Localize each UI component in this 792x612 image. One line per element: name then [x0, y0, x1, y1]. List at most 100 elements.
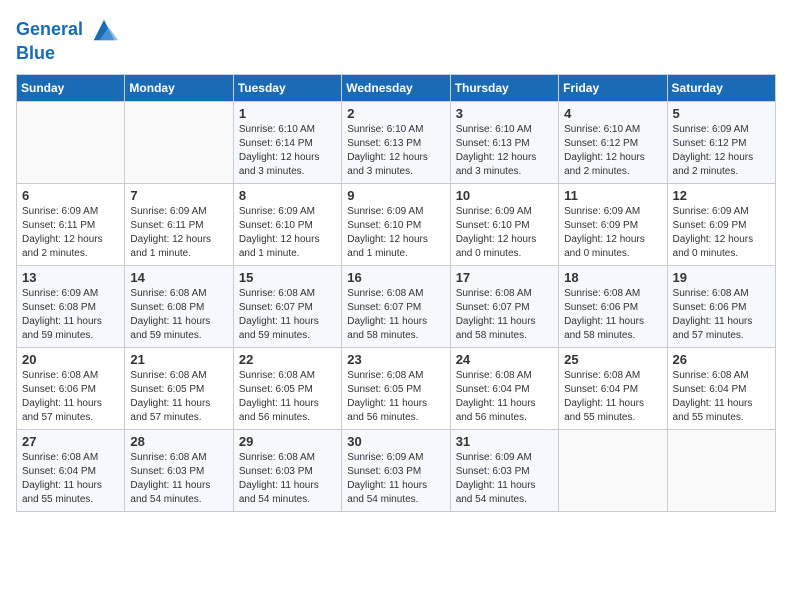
calendar-cell: 2 Sunrise: 6:10 AM Sunset: 6:13 PM Daylig… [342, 101, 450, 183]
day-number: 27 [22, 434, 119, 449]
day-detail: Sunrise: 6:08 AM Sunset: 6:06 PM Dayligh… [22, 369, 119, 425]
day-number: 20 [22, 352, 119, 367]
day-detail: Sunrise: 6:08 AM Sunset: 6:03 PM Dayligh… [239, 451, 336, 507]
day-number: 15 [239, 270, 336, 285]
day-detail: Sunrise: 6:10 AM Sunset: 6:12 PM Dayligh… [564, 123, 661, 179]
calendar-cell: 20 Sunrise: 6:08 AM Sunset: 6:06 PM Dayli… [17, 347, 125, 429]
calendar-cell: 5 Sunrise: 6:09 AM Sunset: 6:12 PM Daylig… [667, 101, 775, 183]
calendar-cell [559, 429, 667, 511]
day-detail: Sunrise: 6:08 AM Sunset: 6:04 PM Dayligh… [673, 369, 770, 425]
day-detail: Sunrise: 6:08 AM Sunset: 6:06 PM Dayligh… [564, 287, 661, 343]
calendar-cell: 13Sunrise: 6:09 AM Sunset: 6:08 PM Dayli… [17, 265, 125, 347]
calendar-cell: 15 Sunrise: 6:08 AM Sunset: 6:07 PM Dayli… [233, 265, 341, 347]
day-number: 29 [239, 434, 336, 449]
week-row-1: 1 Sunrise: 6:10 AM Sunset: 6:14 PM Daylig… [17, 101, 776, 183]
calendar-cell: 28 Sunrise: 6:08 AM Sunset: 6:03 PM Dayli… [125, 429, 233, 511]
calendar-cell: 14 Sunrise: 6:08 AM Sunset: 6:08 PM Dayli… [125, 265, 233, 347]
day-detail: Sunrise: 6:08 AM Sunset: 6:08 PM Dayligh… [130, 287, 227, 343]
day-detail: Sunrise: 6:08 AM Sunset: 6:05 PM Dayligh… [239, 369, 336, 425]
calendar-cell: 22 Sunrise: 6:08 AM Sunset: 6:05 PM Dayli… [233, 347, 341, 429]
day-number: 16 [347, 270, 444, 285]
logo-text: General [16, 16, 118, 44]
week-row-3: 13Sunrise: 6:09 AM Sunset: 6:08 PM Dayli… [17, 265, 776, 347]
day-number: 26 [673, 352, 770, 367]
day-number: 19 [673, 270, 770, 285]
day-detail: Sunrise: 6:09 AM Sunset: 6:10 PM Dayligh… [239, 205, 336, 261]
day-detail: Sunrise: 6:09 AM Sunset: 6:11 PM Dayligh… [130, 205, 227, 261]
calendar-header-row: SundayMondayTuesdayWednesdayThursdayFrid… [17, 74, 776, 101]
calendar-cell: 21 Sunrise: 6:08 AM Sunset: 6:05 PM Dayli… [125, 347, 233, 429]
day-number: 10 [456, 188, 553, 203]
day-number: 1 [239, 106, 336, 121]
calendar-cell: 30Sunrise: 6:09 AM Sunset: 6:03 PM Dayli… [342, 429, 450, 511]
day-detail: Sunrise: 6:10 AM Sunset: 6:13 PM Dayligh… [456, 123, 553, 179]
day-number: 23 [347, 352, 444, 367]
day-detail: Sunrise: 6:08 AM Sunset: 6:07 PM Dayligh… [239, 287, 336, 343]
day-number: 8 [239, 188, 336, 203]
day-detail: Sunrise: 6:08 AM Sunset: 6:04 PM Dayligh… [22, 451, 119, 507]
calendar-cell: 6 Sunrise: 6:09 AM Sunset: 6:11 PM Daylig… [17, 183, 125, 265]
calendar-table: SundayMondayTuesdayWednesdayThursdayFrid… [16, 74, 776, 512]
calendar-cell: 7 Sunrise: 6:09 AM Sunset: 6:11 PM Daylig… [125, 183, 233, 265]
day-detail: Sunrise: 6:09 AM Sunset: 6:10 PM Dayligh… [347, 205, 444, 261]
calendar-cell: 19Sunrise: 6:08 AM Sunset: 6:06 PM Dayli… [667, 265, 775, 347]
calendar-cell: 24Sunrise: 6:08 AM Sunset: 6:04 PM Dayli… [450, 347, 558, 429]
day-number: 6 [22, 188, 119, 203]
day-number: 11 [564, 188, 661, 203]
day-header-saturday: Saturday [667, 74, 775, 101]
day-detail: Sunrise: 6:08 AM Sunset: 6:04 PM Dayligh… [564, 369, 661, 425]
calendar-cell: 26 Sunrise: 6:08 AM Sunset: 6:04 PM Dayli… [667, 347, 775, 429]
logo-blue: Blue [16, 44, 118, 64]
calendar-cell: 12 Sunrise: 6:09 AM Sunset: 6:09 PM Dayli… [667, 183, 775, 265]
week-row-4: 20 Sunrise: 6:08 AM Sunset: 6:06 PM Dayli… [17, 347, 776, 429]
day-detail: Sunrise: 6:08 AM Sunset: 6:07 PM Dayligh… [347, 287, 444, 343]
day-detail: Sunrise: 6:10 AM Sunset: 6:13 PM Dayligh… [347, 123, 444, 179]
calendar-cell: 23 Sunrise: 6:08 AM Sunset: 6:05 PM Dayli… [342, 347, 450, 429]
calendar-body: 1 Sunrise: 6:10 AM Sunset: 6:14 PM Daylig… [17, 101, 776, 511]
day-number: 31 [456, 434, 553, 449]
logo: General Blue [16, 16, 118, 64]
day-detail: Sunrise: 6:09 AM Sunset: 6:08 PM Dayligh… [22, 287, 119, 343]
calendar-cell [17, 101, 125, 183]
calendar-cell: 11 Sunrise: 6:09 AM Sunset: 6:09 PM Dayli… [559, 183, 667, 265]
day-header-sunday: Sunday [17, 74, 125, 101]
calendar-cell: 27 Sunrise: 6:08 AM Sunset: 6:04 PM Dayli… [17, 429, 125, 511]
day-number: 25 [564, 352, 661, 367]
day-number: 14 [130, 270, 227, 285]
day-header-monday: Monday [125, 74, 233, 101]
day-number: 5 [673, 106, 770, 121]
day-detail: Sunrise: 6:09 AM Sunset: 6:12 PM Dayligh… [673, 123, 770, 179]
day-number: 21 [130, 352, 227, 367]
day-detail: Sunrise: 6:09 AM Sunset: 6:11 PM Dayligh… [22, 205, 119, 261]
day-number: 12 [673, 188, 770, 203]
calendar-cell [125, 101, 233, 183]
day-detail: Sunrise: 6:08 AM Sunset: 6:03 PM Dayligh… [130, 451, 227, 507]
calendar-cell: 25 Sunrise: 6:08 AM Sunset: 6:04 PM Dayli… [559, 347, 667, 429]
calendar-cell: 4Sunrise: 6:10 AM Sunset: 6:12 PM Daylig… [559, 101, 667, 183]
calendar-cell: 29 Sunrise: 6:08 AM Sunset: 6:03 PM Dayli… [233, 429, 341, 511]
day-number: 2 [347, 106, 444, 121]
day-number: 7 [130, 188, 227, 203]
day-header-tuesday: Tuesday [233, 74, 341, 101]
calendar-cell [667, 429, 775, 511]
day-detail: Sunrise: 6:09 AM Sunset: 6:09 PM Dayligh… [564, 205, 661, 261]
day-number: 28 [130, 434, 227, 449]
day-header-wednesday: Wednesday [342, 74, 450, 101]
day-header-friday: Friday [559, 74, 667, 101]
day-header-thursday: Thursday [450, 74, 558, 101]
day-number: 22 [239, 352, 336, 367]
day-number: 17 [456, 270, 553, 285]
day-detail: Sunrise: 6:10 AM Sunset: 6:14 PM Dayligh… [239, 123, 336, 179]
logo-icon [90, 16, 118, 44]
day-detail: Sunrise: 6:08 AM Sunset: 6:05 PM Dayligh… [347, 369, 444, 425]
calendar-cell: 17Sunrise: 6:08 AM Sunset: 6:07 PM Dayli… [450, 265, 558, 347]
day-detail: Sunrise: 6:08 AM Sunset: 6:05 PM Dayligh… [130, 369, 227, 425]
day-detail: Sunrise: 6:09 AM Sunset: 6:03 PM Dayligh… [347, 451, 444, 507]
week-row-2: 6 Sunrise: 6:09 AM Sunset: 6:11 PM Daylig… [17, 183, 776, 265]
day-detail: Sunrise: 6:09 AM Sunset: 6:09 PM Dayligh… [673, 205, 770, 261]
calendar-cell: 8 Sunrise: 6:09 AM Sunset: 6:10 PM Daylig… [233, 183, 341, 265]
day-detail: Sunrise: 6:08 AM Sunset: 6:04 PM Dayligh… [456, 369, 553, 425]
day-number: 18 [564, 270, 661, 285]
calendar-cell: 10Sunrise: 6:09 AM Sunset: 6:10 PM Dayli… [450, 183, 558, 265]
day-detail: Sunrise: 6:09 AM Sunset: 6:03 PM Dayligh… [456, 451, 553, 507]
